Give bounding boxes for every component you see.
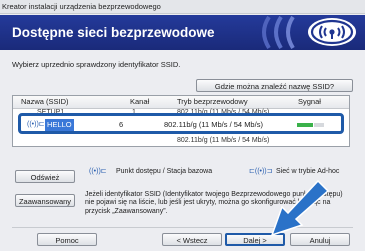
back-button[interactable]: < Wstecz (162, 233, 222, 246)
table-row[interactable]: ((•))⊏ HELLO 6 802.11b/g (11 Mb/s / 54 M… (21, 119, 341, 131)
wizard-window: Kreator instalacji urządzenia bezprzewod… (0, 0, 365, 251)
adhoc-network-icon: ⊏((•))⊐ (249, 168, 273, 175)
instruction-text: Wybierz uprzednio sprawdzony identyfikat… (12, 60, 181, 69)
header-banner: Dostępne sieci bezprzewodowe (0, 15, 365, 50)
where-ssid-button[interactable]: Gdzie można znaleźć nazwę SSID? (196, 79, 353, 92)
row-ssid: HELLO (45, 119, 74, 131)
header-title: Dostępne sieci bezprzewodowe (12, 25, 215, 40)
wifi-logo-icon (262, 15, 356, 50)
window-title: Kreator instalacji urządzenia bezprzewod… (0, 0, 365, 14)
selected-network-row[interactable]: ((•))⊏ HELLO 6 802.11b/g (11 Mb/s / 54 M… (18, 113, 344, 134)
access-point-icon: ((•))⊏ (27, 121, 45, 128)
access-point-icon: ((•))⊏ (89, 168, 107, 175)
advanced-button[interactable]: Zaawansowany (15, 194, 75, 207)
legend-adhoc: Sieć w trybie Ad-hoc (276, 168, 340, 175)
row-mode: 802.11b/g (11 Mb/s / 54 Mb/s) (177, 137, 270, 144)
pointer-arrow-icon (270, 179, 330, 237)
help-button[interactable]: Pomoc (37, 233, 97, 246)
row-channel: 6 (119, 120, 124, 129)
table-row[interactable]: 802.11b/g (11 Mb/s / 54 Mb/s) (13, 135, 349, 146)
refresh-button[interactable]: Odśwież (15, 170, 75, 183)
signal-strength-icon (297, 123, 325, 127)
legend-access-point: Punkt dostępu / Stacja bazowa (116, 168, 213, 175)
row-mode: 802.11b/g (11 Mb/s / 54 Mb/s) (164, 120, 263, 129)
